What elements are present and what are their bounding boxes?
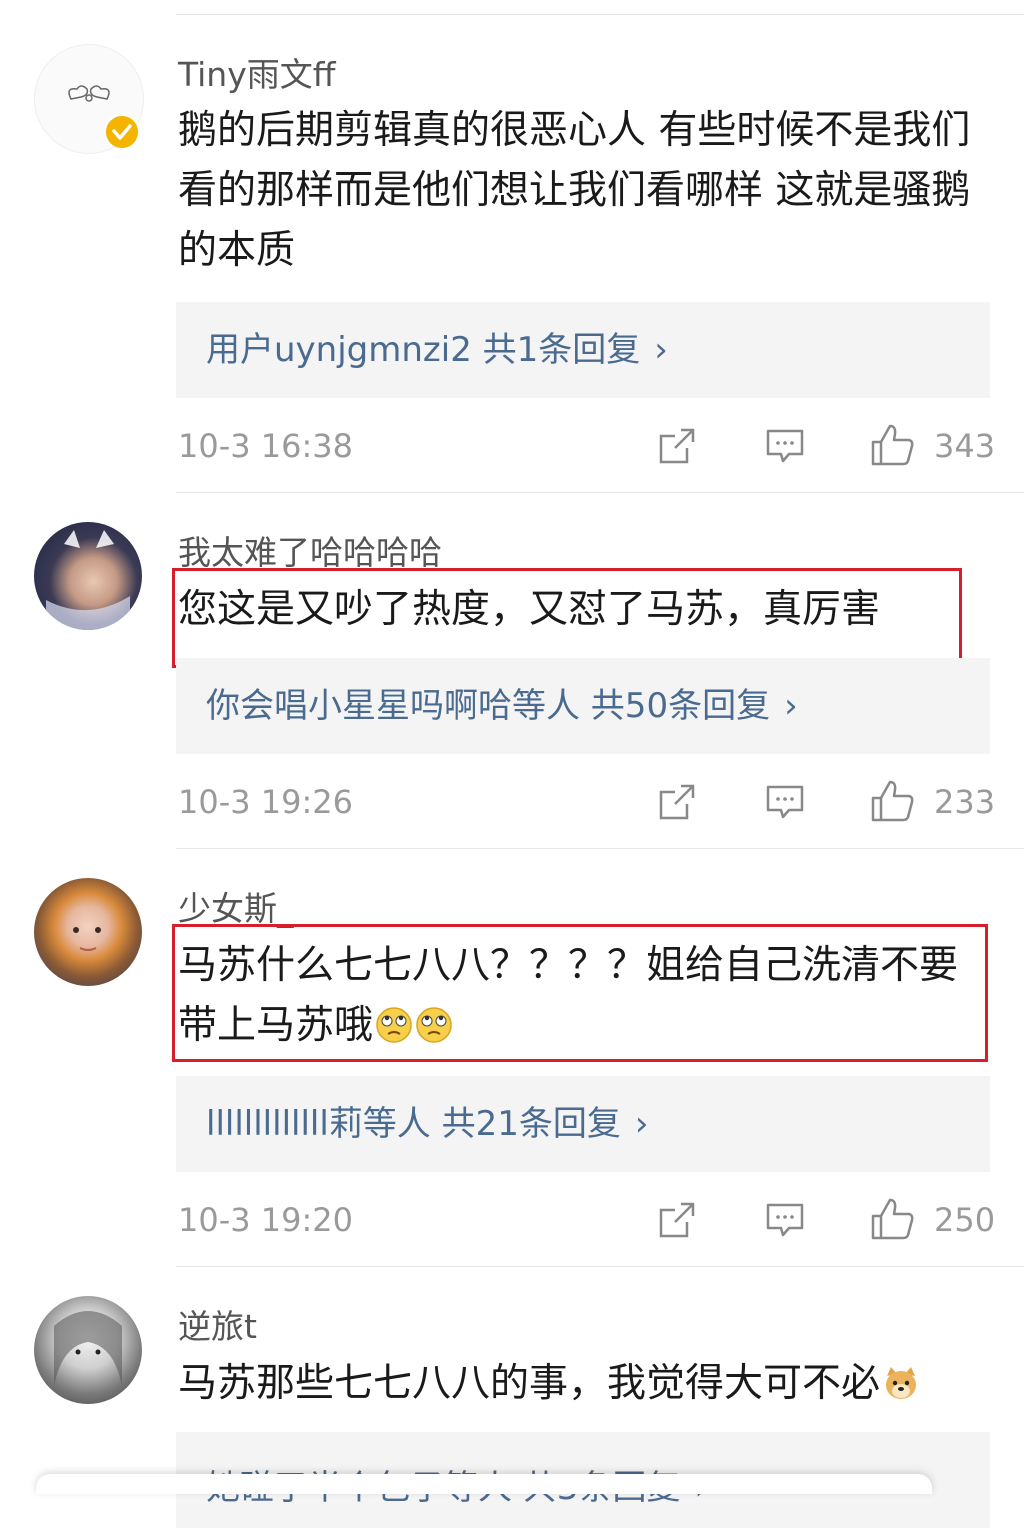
reply-summary[interactable]: 用户uynjgmnzi2 共1条回复 › [176, 302, 990, 398]
comment-meta: 10-3 19:26 233 [0, 772, 1024, 832]
comment-meta: 10-3 19:20 250 [0, 1190, 1024, 1250]
like-count: 233 [934, 783, 996, 821]
top-divider [176, 14, 1024, 15]
comment-username[interactable]: 逆旅t [178, 1300, 257, 1348]
comment-icon[interactable] [765, 782, 805, 822]
share-icon[interactable] [657, 782, 697, 822]
avatar[interactable] [34, 1296, 142, 1404]
comment-time: 10-3 16:38 [178, 427, 354, 465]
portrait-icon [73, 927, 101, 951]
thumbs-up-icon[interactable] [870, 1196, 916, 1242]
cat-ears-icon [46, 530, 130, 630]
verified-badge-icon [104, 114, 140, 150]
comment-text-label: 马苏那些七七八八的事，我觉得大可不必 [178, 1361, 881, 1406]
comment-username[interactable]: 我太难了哈哈哈哈 [178, 526, 442, 574]
reply-summary[interactable]: lllllllllllll莉等人 共21条回复 › [176, 1076, 990, 1172]
highlight-box [172, 568, 962, 668]
comment-username[interactable]: 少女斯_ [178, 882, 294, 930]
portrait-icon [54, 1311, 122, 1386]
comment-time: 10-3 19:26 [178, 783, 354, 821]
reply-summary-label: 你会唱小星星吗啊哈等人 共50条回复 [206, 686, 771, 726]
share-icon[interactable] [657, 426, 697, 466]
divider [176, 1266, 1024, 1267]
divider [176, 492, 1024, 493]
reply-summary[interactable]: 你会唱小星星吗啊哈等人 共50条回复 › [176, 658, 990, 754]
like-count: 343 [934, 427, 996, 465]
like-count: 250 [934, 1201, 996, 1239]
avatar[interactable] [34, 878, 142, 986]
comment-text: 鹅的后期剪辑真的很恶心人 有些时候不是我们看的那样而是他们想让我们看哪样 这就是… [178, 108, 971, 273]
avatar[interactable] [34, 522, 142, 630]
reply-summary-label: lllllllllllll莉等人 共21条回复 [206, 1104, 621, 1144]
chevron-right-icon: › [654, 330, 668, 370]
divider [176, 848, 1024, 849]
comment-icon[interactable] [765, 426, 805, 466]
comment-time: 10-3 19:20 [178, 1201, 354, 1239]
chevron-right-icon: › [634, 1104, 649, 1144]
thumbs-up-icon[interactable] [870, 422, 916, 468]
comment-text: 马苏那些七七八八的事，我觉得大可不必 [178, 1354, 978, 1414]
thumbs-up-icon[interactable] [870, 778, 916, 824]
comment-icon[interactable] [765, 1200, 805, 1240]
reply-summary-label: 用户uynjgmnzi2 共1条回复 [206, 330, 641, 370]
highlight-box [172, 924, 988, 1062]
chevron-right-icon: › [784, 686, 798, 726]
share-icon[interactable] [657, 1200, 697, 1240]
comment-meta: 10-3 16:38 343 [0, 416, 1024, 476]
comment-username[interactable]: Tiny雨文ff [178, 48, 336, 96]
bottom-sheet-edge [36, 1474, 932, 1494]
doge-emoji [886, 1367, 917, 1399]
